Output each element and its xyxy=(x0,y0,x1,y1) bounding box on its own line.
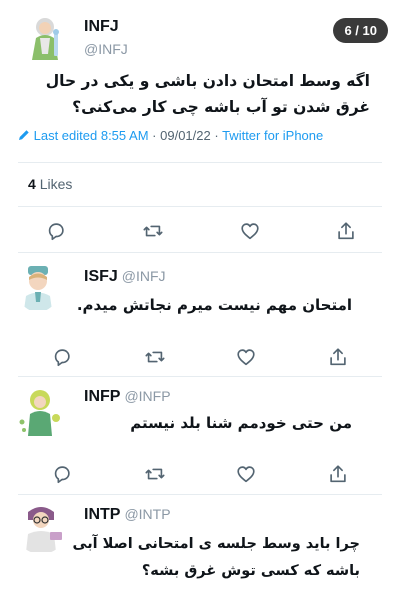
reply-text-intp-line-1: چرا باید وسط جلسه ی امتحانی اصلا آبی xyxy=(72,536,360,552)
avatar-intp[interactable] xyxy=(14,500,68,554)
retweet-button[interactable] xyxy=(143,345,167,369)
retweet-icon xyxy=(145,468,165,480)
reply-text-intp-line-2: باشه که کسی توش غرق بشه؟ xyxy=(141,563,360,579)
infp-avatar-illustration xyxy=(12,384,68,440)
reply-button[interactable] xyxy=(50,345,74,369)
tweet-source-link[interactable]: Twitter for iPhone xyxy=(222,128,323,143)
main-tweet-text-line-2: غرق شدن تو آب باشه چی کار می‌کنی؟ xyxy=(72,98,370,116)
reply-name-intp[interactable]: INTP @INTP xyxy=(84,506,171,524)
divider xyxy=(18,252,382,253)
divider xyxy=(18,162,382,163)
reply-1-actions xyxy=(0,345,400,369)
main-tweet-text-line-1: اگه وسط امتحان دادن باشی و یکی در حال xyxy=(45,72,370,90)
like-icon xyxy=(241,223,259,240)
main-tweet-name[interactable]: INFJ xyxy=(84,18,119,36)
reply-handle: @INFP xyxy=(124,388,171,404)
intp-avatar-illustration xyxy=(14,500,68,554)
tweet-date: 09/01/22 xyxy=(160,128,211,143)
reply-text-isfj: امتحان مهم نیست میرم نجاتش میدم. xyxy=(76,296,352,314)
share-icon xyxy=(330,465,346,483)
reply-icon xyxy=(54,349,70,367)
share-icon xyxy=(330,348,346,366)
divider xyxy=(18,376,382,377)
reply-icon xyxy=(54,466,70,484)
divider xyxy=(18,206,382,207)
isfj-avatar-illustration xyxy=(16,262,60,312)
main-tweet-actions xyxy=(0,219,400,243)
last-edited-link[interactable]: Last edited 8:55 AM xyxy=(34,128,149,143)
share-button[interactable] xyxy=(326,462,350,486)
avatar-infp[interactable] xyxy=(12,384,68,440)
page-counter: 6 / 10 xyxy=(333,18,388,43)
tweet-meta: Last edited 8:55 AM · 09/01/22 · Twitter… xyxy=(18,128,323,143)
reply-button[interactable] xyxy=(44,219,68,243)
like-button[interactable] xyxy=(234,462,258,486)
retweet-icon xyxy=(143,225,163,237)
like-icon xyxy=(237,466,255,483)
like-button[interactable] xyxy=(238,219,262,243)
reply-name-infp[interactable]: INFP @INFP xyxy=(84,388,171,406)
infj-avatar-illustration xyxy=(18,8,74,64)
likes-label: Likes xyxy=(39,176,73,192)
avatar-infj[interactable] xyxy=(18,8,74,64)
like-button[interactable] xyxy=(234,345,258,369)
share-button[interactable] xyxy=(326,345,350,369)
reply-text-infp: من حتی خودمم شنا بلد نیستم xyxy=(130,414,352,432)
share-button[interactable] xyxy=(334,219,358,243)
reply-button[interactable] xyxy=(50,462,74,486)
like-icon xyxy=(237,349,255,366)
reply-author: ISFJ xyxy=(84,268,118,285)
reply-2-actions xyxy=(0,462,400,486)
reply-handle: @INFJ xyxy=(121,268,166,284)
likes-count[interactable]: 4 Likes xyxy=(28,176,72,192)
reply-icon xyxy=(48,223,64,241)
retweet-icon xyxy=(145,351,165,363)
pencil-icon xyxy=(18,128,34,143)
reply-name-isfj[interactable]: ISFJ @INFJ xyxy=(84,268,166,286)
divider xyxy=(18,494,382,495)
avatar-isfj[interactable] xyxy=(16,262,60,312)
retweet-button[interactable] xyxy=(143,462,167,486)
share-icon xyxy=(338,222,354,240)
reply-author: INTP xyxy=(84,506,121,523)
likes-number: 4 xyxy=(28,176,36,192)
retweet-button[interactable] xyxy=(141,219,165,243)
reply-author: INFP xyxy=(84,388,121,405)
reply-handle: @INTP xyxy=(124,506,171,522)
main-tweet-handle[interactable]: @INFJ xyxy=(84,41,128,57)
